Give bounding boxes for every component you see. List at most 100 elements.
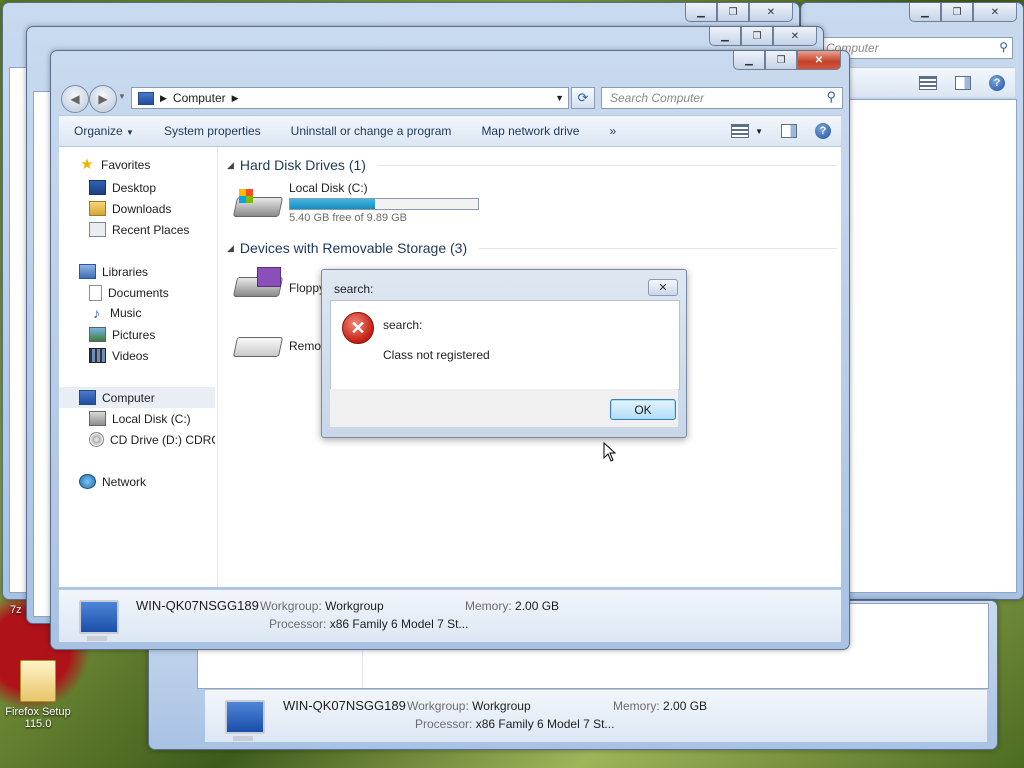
refresh-icon: ⟳ [577,90,589,105]
address-bar[interactable]: ▶ Computer ▶ ▼ [131,87,569,109]
error-icon: ✕ [342,312,374,344]
nav-computer[interactable]: Computer [79,390,155,405]
computer-icon [79,390,96,405]
maximize-button[interactable]: ❐ [717,3,749,22]
nav-favorites[interactable]: ★ Favorites [79,157,150,173]
drive-floppy[interactable]: Floppy [232,267,325,297]
dialog-footer: OK [330,389,678,427]
preview-pane-icon[interactable] [781,124,797,138]
dialog-close-button[interactable]: ✕ [648,279,678,296]
videos-icon [89,348,106,363]
documents-icon [89,285,102,301]
memory-label: Memory: [465,599,512,613]
minimize-button[interactable]: ▁ [909,3,941,22]
drive-removable[interactable]: Remov [232,327,327,357]
back-button[interactable]: ◀ [61,85,89,113]
dialog-message-title: search: [383,318,423,332]
organize-label: Organize [74,124,123,138]
folder-icon [20,660,56,702]
recent-pages-chevron-icon[interactable]: ▼ [118,92,126,101]
nav-label: Computer [102,390,155,405]
nav-videos[interactable]: Videos [89,348,148,363]
hard-disk-icon [232,187,284,217]
maximize-button[interactable]: ❐ [941,3,973,22]
processor-label: Processor: [269,617,327,631]
drive-local-disk[interactable]: Local Disk (C:) 5.40 GB free of 9.89 GB [232,181,479,224]
address-dropdown-icon[interactable]: ▼ [555,93,564,103]
breadcrumb-computer[interactable]: Computer [173,91,226,105]
mouse-cursor-icon [603,441,617,462]
error-dialog[interactable]: search: ✕ ✕ search: Class not registered… [321,269,687,438]
window-caption-buttons: ▁ ❐ ✕ [709,27,817,46]
close-button[interactable]: ✕ [773,27,817,46]
preview-pane-icon[interactable] [955,75,971,90]
group-header-hard-disk-drives[interactable]: ◢ Hard Disk Drives (1) [227,157,837,173]
refresh-button[interactable]: ⟳ [571,87,595,109]
nav-local-disk[interactable]: Local Disk (C:) [89,411,191,426]
view-options-icon[interactable] [919,75,937,90]
help-icon[interactable]: ? [815,123,831,139]
nav-music[interactable]: ♪ Music [89,306,141,321]
disk-usage-bar [289,198,479,210]
group-header-removable-storage[interactable]: ◢ Devices with Removable Storage (3) [227,240,837,256]
maximize-button[interactable]: ❐ [741,27,773,46]
nav-cd-drive[interactable]: CD Drive (D:) CDROM [89,432,215,447]
details-pane: WIN-QK07NSGG189 Workgroup: Workgroup Mem… [205,689,987,742]
processor-value: x86 Family 6 Model 7 St... [475,717,615,731]
processor-value: x86 Family 6 Model 7 St... [329,617,469,631]
nav-label: Downloads [112,201,172,216]
search-icon[interactable]: ⚲ [826,89,836,105]
processor-row: Processor: x86 Family 6 Model 7 St... [415,717,614,731]
nav-pictures[interactable]: Pictures [89,327,155,342]
nav-label: CD Drive (D:) CDROM [110,432,215,447]
maximize-button[interactable]: ❐ [765,51,797,70]
nav-network[interactable]: Network [79,474,146,489]
minimize-button[interactable]: ▁ [709,27,741,46]
minimize-button[interactable]: ▁ [733,51,765,70]
system-properties-button[interactable]: System properties [149,124,276,138]
desktop-icon-firefox-setup[interactable]: Firefox Setup 115.0 [2,660,74,730]
downloads-icon [89,201,106,216]
breadcrumb-chevron-icon[interactable]: ▶ [160,93,167,104]
map-network-drive-button[interactable]: Map network drive [466,124,594,138]
chevron-down-icon: ▼ [755,126,763,136]
close-button[interactable]: ✕ [797,51,841,70]
nav-documents[interactable]: Documents [89,285,169,301]
uninstall-program-button[interactable]: Uninstall or change a program [276,124,467,138]
close-button[interactable]: ✕ [973,3,1017,22]
workgroup-label: Workgroup: [407,699,469,713]
group-divider [377,164,837,166]
forward-button[interactable]: ▶ [89,85,117,113]
view-options-button[interactable]: ▼ [731,124,763,138]
minimize-button[interactable]: ▁ [685,3,717,22]
more-commands-button[interactable]: » [594,124,631,138]
computer-name: WIN-QK07NSGG189 [136,598,259,613]
collapse-triangle-icon: ◢ [227,159,234,170]
nav-downloads[interactable]: Downloads [89,201,171,216]
group-title: Devices with Removable Storage (3) [239,240,468,256]
search-placeholder: Search Computer [610,91,705,105]
memory-value: 2.00 GB [663,699,708,713]
desktop-icon-label: Firefox Setup [5,706,71,718]
hard-disk-icon [89,411,106,426]
nav-libraries[interactable]: Libraries [79,264,148,279]
window-caption-buttons: ▁ ❐ ✕ [909,3,1017,22]
drive-name: Local Disk (C:) [289,181,368,195]
nav-recent-places[interactable]: Recent Places [89,222,189,237]
search-input[interactable]: Search Computer ⚲ [601,87,843,109]
view-options-icon [731,124,750,138]
navigation-pane: ★ Favorites Desktop Downloads Recent Plac… [59,147,218,587]
computer-icon [79,600,119,641]
recent-places-icon [89,222,106,237]
group-divider [479,247,837,249]
memory-row: Memory: 2.00 GB [613,699,707,713]
libraries-icon [79,264,96,279]
organize-menu[interactable]: Organize ▼ [59,124,149,138]
close-button[interactable]: ✕ [749,3,793,22]
ok-button[interactable]: OK [610,399,676,420]
help-icon[interactable]: ? [989,74,1005,91]
breadcrumb-chevron-icon[interactable]: ▶ [232,93,239,104]
nav-desktop[interactable]: Desktop [89,180,156,195]
close-icon: ✕ [658,282,668,294]
floppy-drive-icon [232,267,284,297]
